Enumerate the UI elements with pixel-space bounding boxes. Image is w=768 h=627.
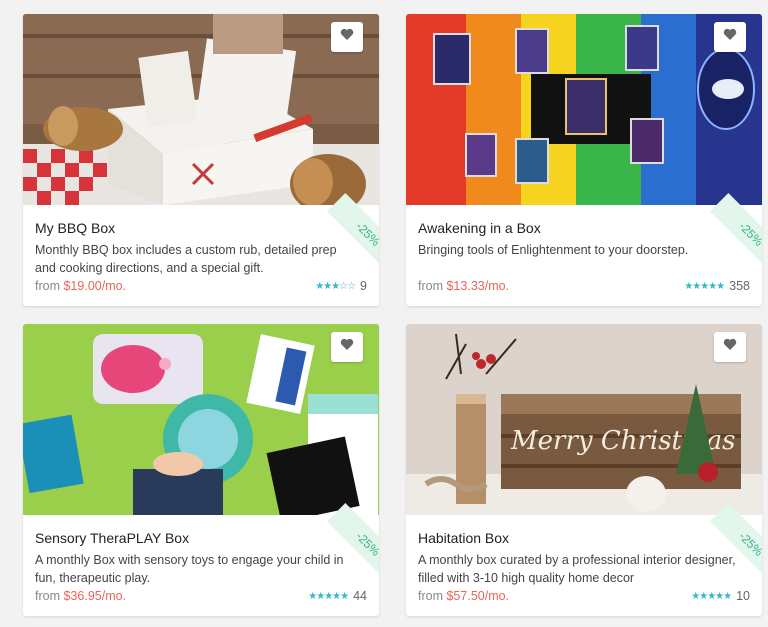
- price-value: $57.50: [446, 589, 485, 603]
- product-description: A monthly Box with sensory toys to engag…: [35, 553, 344, 585]
- sensory-box-photo: [23, 324, 379, 515]
- star-rating-icon: ★★★★★: [684, 280, 725, 292]
- product-image[interactable]: [406, 14, 762, 205]
- favorite-button[interactable]: [714, 22, 746, 52]
- product-title[interactable]: Sensory TheraPLAY Box: [35, 530, 367, 547]
- review-count: 10: [736, 589, 750, 603]
- price-line: from $57.50/mo.: [418, 589, 509, 603]
- heart-icon: [723, 338, 737, 356]
- price-period: /mo.: [484, 279, 510, 293]
- discount-label: -25%: [353, 529, 379, 559]
- review-count: 9: [360, 279, 367, 293]
- rating: ★★★★★ 358: [684, 279, 750, 293]
- heart-icon: [340, 28, 354, 46]
- discount-ribbon: -25%: [326, 502, 379, 586]
- heart-icon: [723, 28, 737, 46]
- favorite-button[interactable]: [714, 332, 746, 362]
- product-grid: -25% My BBQ Box Monthly BBQ box includes…: [0, 0, 768, 627]
- from-label: from: [418, 279, 443, 293]
- product-title[interactable]: Awakening in a Box: [418, 220, 750, 237]
- discount-ribbon: -25%: [326, 192, 379, 276]
- review-count: 358: [729, 279, 750, 293]
- awakening-box-photo: [406, 14, 762, 205]
- habitation-box-photo: Merry Christmas: [406, 324, 762, 515]
- favorite-button[interactable]: [331, 332, 363, 362]
- heart-icon: [340, 338, 354, 356]
- favorite-button[interactable]: [331, 22, 363, 52]
- product-card[interactable]: -25% Awakening in a Box Bringing tools o…: [406, 14, 762, 306]
- discount-ribbon: -25%: [709, 502, 762, 586]
- discount-ribbon: -25%: [709, 192, 762, 276]
- price-period: /mo.: [484, 589, 510, 603]
- bbq-box-photo: [23, 14, 379, 205]
- product-title[interactable]: Habitation Box: [418, 530, 750, 547]
- product-image[interactable]: [23, 324, 379, 515]
- star-rating-icon: ★★★★★: [308, 590, 349, 602]
- from-label: from: [35, 589, 60, 603]
- product-title[interactable]: My BBQ Box: [35, 220, 367, 237]
- star-rating-icon: ★★★☆☆: [315, 280, 356, 292]
- price-value: $19.00: [63, 279, 102, 293]
- review-count: 44: [353, 589, 367, 603]
- from-label: from: [35, 279, 60, 293]
- price-value: $36.95: [63, 589, 102, 603]
- price-line: from $13.33/mo.: [418, 279, 509, 293]
- product-card[interactable]: Merry Christmas -25% Habitation Box A mo…: [406, 324, 762, 616]
- price-period: /mo.: [101, 589, 127, 603]
- from-label: from: [418, 589, 443, 603]
- product-description: Bringing tools of Enlightenment to your …: [418, 243, 689, 257]
- rating: ★★★★★ 44: [308, 589, 367, 603]
- rating: ★★★☆☆ 9: [315, 279, 367, 293]
- rating: ★★★★★ 10: [691, 589, 750, 603]
- product-image[interactable]: [23, 14, 379, 205]
- product-description: Monthly BBQ box includes a custom rub, d…: [35, 243, 337, 275]
- price-line: from $19.00/mo.: [35, 279, 126, 293]
- price-line: from $36.95/mo.: [35, 589, 126, 603]
- product-image[interactable]: Merry Christmas: [406, 324, 762, 515]
- discount-label: -25%: [736, 529, 762, 559]
- product-card[interactable]: -25% Sensory TheraPLAY Box A monthly Box…: [23, 324, 379, 616]
- discount-label: -25%: [353, 219, 379, 249]
- discount-label: -25%: [736, 219, 762, 249]
- star-rating-icon: ★★★★★: [691, 590, 732, 602]
- price-period: /mo.: [101, 279, 127, 293]
- product-card[interactable]: -25% My BBQ Box Monthly BBQ box includes…: [23, 14, 379, 306]
- price-value: $13.33: [446, 279, 485, 293]
- product-description: A monthly box curated by a professional …: [418, 553, 736, 585]
